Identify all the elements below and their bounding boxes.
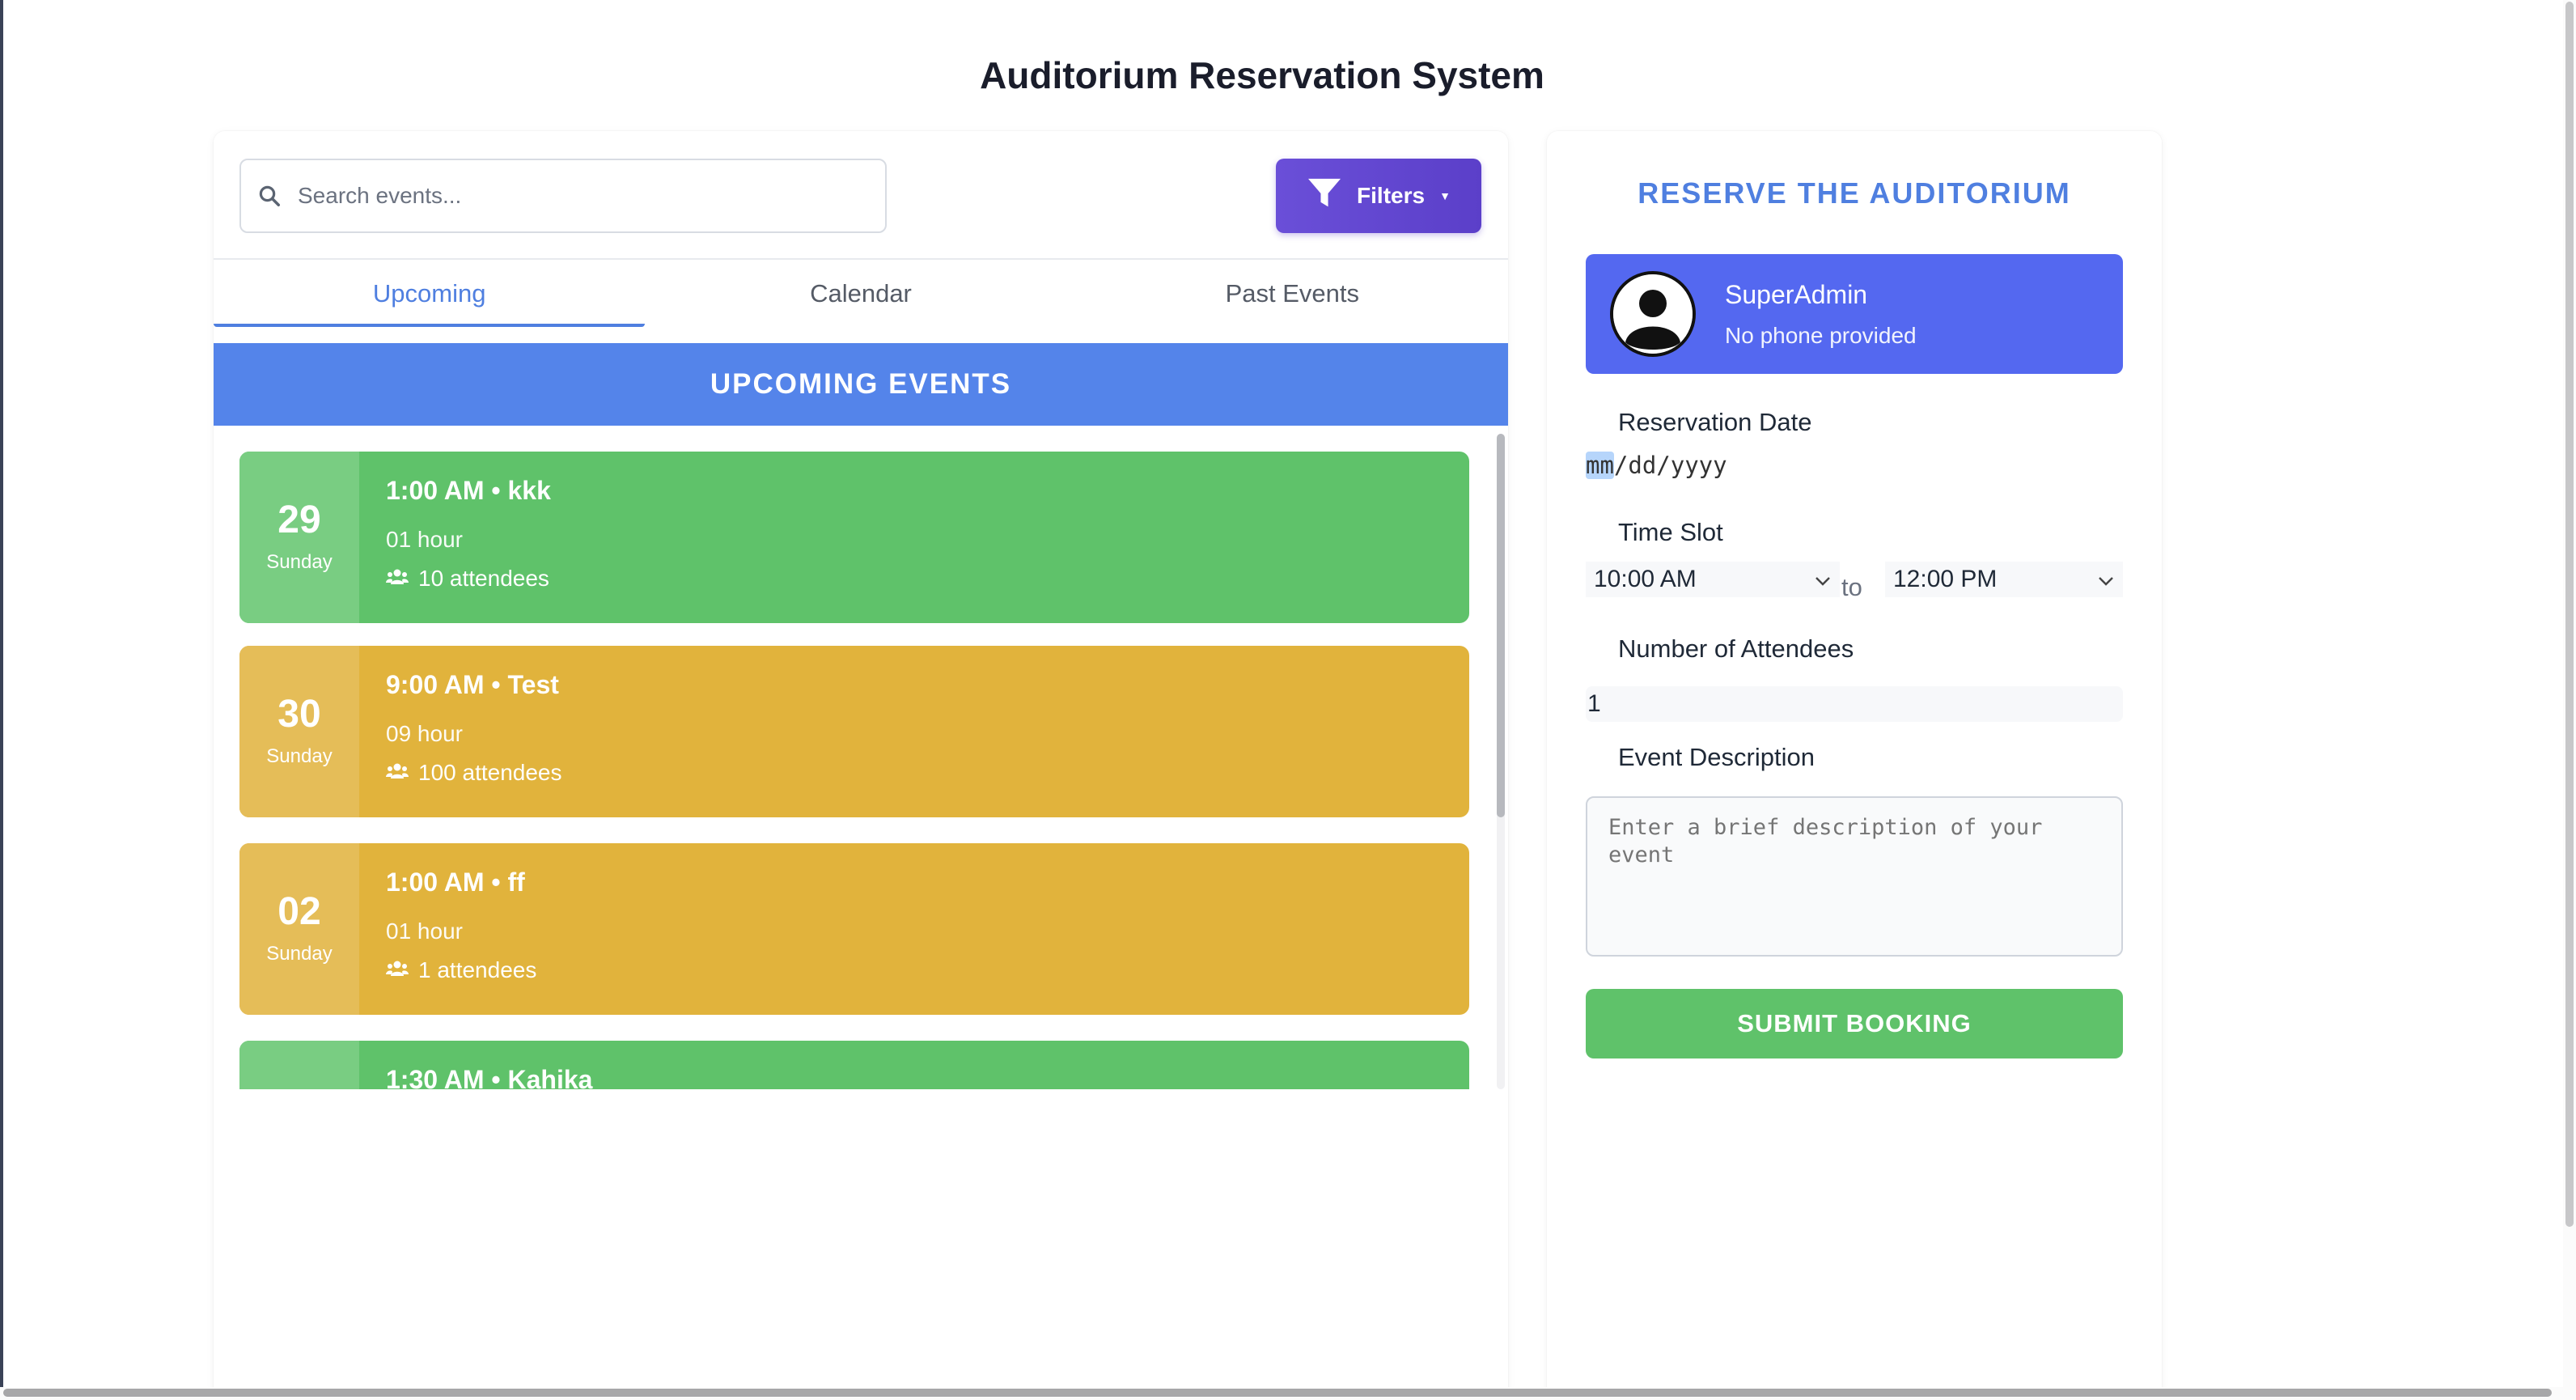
page-title: Auditorium Reservation System [980,54,1544,96]
search-icon [241,184,298,208]
event-date: 02 Sunday [239,843,359,1015]
event-card[interactable]: 29 Sunday 1:00 AM • kkk 01 hour 10 atten… [239,452,1469,623]
filters-button[interactable]: Filters ▼ [1276,159,1481,233]
event-weekday: Sunday [266,745,333,767]
tab-calendar[interactable]: Calendar [645,261,1076,327]
user-info: SuperAdmin No phone provided [1725,280,1917,349]
event-date: 29 Sunday [239,452,359,623]
attendee-count: 100 attendees [418,760,562,785]
users-icon [386,760,409,786]
user-card: SuperAdmin No phone provided [1586,254,2123,374]
event-title: 9:00 AM • Test [386,670,559,699]
chevron-down-icon [2097,566,2115,593]
event-details: 1:00 AM • kkk 01 hour 10 attendees [359,452,551,623]
user-phone: No phone provided [1725,322,1917,348]
time-to-select[interactable]: 12:00 PM [1885,562,2123,597]
event-duration: 01 hour [386,918,463,944]
page-vertical-scroll-thumb[interactable] [2565,2,2574,1227]
reservation-date-label: Reservation Date [1618,408,1812,436]
user-name: SuperAdmin [1725,279,1868,309]
attendees-input[interactable]: 1 [1586,686,2123,722]
window-edge [0,0,3,1400]
avatar [1610,271,1696,357]
event-attendees: 10 attendees [386,566,551,592]
attendees-label: Number of Attendees [1618,634,1854,663]
event-title: 1:30 AM • Kahika [386,1065,593,1089]
event-card[interactable]: 02 Sunday 1:00 AM • ff 01 hour 1 attende… [239,843,1469,1015]
event-list: 29 Sunday 1:00 AM • kkk 01 hour 10 atten… [214,426,1508,1089]
date-rest-segment[interactable]: /dd/yyyy [1614,452,1727,479]
user-avatar-icon [1613,274,1693,354]
time-from-select[interactable]: 10:00 AM [1586,562,1840,597]
attendee-count: 10 attendees [418,566,549,591]
search-input[interactable] [298,183,848,209]
event-details: 1:00 AM • ff 01 hour 1 attendees [359,843,536,1015]
event-duration: 01 hour [386,527,463,552]
users-icon [386,566,409,592]
tab-past-events[interactable]: Past Events [1077,261,1508,327]
event-card[interactable]: 30 Sunday 9:00 AM • Test 09 hour 100 att… [239,646,1469,817]
description-label: Event Description [1618,743,1815,771]
time-from-value: 10:00 AM [1594,566,1697,592]
time-to-word: to [1841,573,1862,601]
event-date: 30 Sunday [239,646,359,817]
filters-label: Filters [1357,183,1426,208]
divider [214,258,1508,260]
reservation-date-input[interactable]: mm/dd/yyyy [1586,452,1727,479]
event-weekday: Sunday [266,943,333,965]
reserve-title: RESERVE THE AUDITORIUM [1638,176,2071,210]
tab-bar: Upcoming Calendar Past Events [214,261,1508,327]
search-box[interactable] [239,159,887,233]
users-icon [386,957,409,983]
event-duration: 09 hour [386,721,463,746]
event-details: 9:00 AM • Test 09 hour 100 attendees [359,646,562,817]
event-attendees: 1 attendees [386,957,536,983]
event-card[interactable]: 03 1:30 AM • Kahika [239,1041,1469,1089]
upcoming-events-header: UPCOMING EVENTS [214,343,1508,426]
filter-icon [1307,177,1342,215]
event-day-number: 02 [278,890,321,933]
event-title: 1:00 AM • kkk [386,476,551,505]
event-title: 1:00 AM • ff [386,868,525,897]
reservation-form-panel: RESERVE THE AUDITORIUM SuperAdmin No pho… [1547,131,2162,1400]
events-panel: Filters ▼ Upcoming Calendar Past Events … [214,131,1508,1400]
date-month-segment[interactable]: mm [1586,452,1614,479]
caret-down-icon: ▼ [1439,189,1451,202]
time-to-value: 12:00 PM [1893,566,1998,592]
event-weekday: Sunday [266,551,333,573]
submit-booking-button[interactable]: SUBMIT BOOKING [1586,989,2123,1058]
event-day-number: 30 [278,693,321,736]
page-horizontal-scroll-thumb[interactable] [3,1389,2552,1397]
event-day-number: 29 [278,498,321,541]
description-textarea[interactable] [1586,796,2123,957]
chevron-down-icon [1814,566,1832,593]
event-details: 1:30 AM • Kahika [359,1041,592,1089]
event-attendees: 100 attendees [386,760,562,786]
attendee-count: 1 attendees [418,957,537,982]
tab-upcoming[interactable]: Upcoming [214,261,646,327]
event-date: 03 [239,1041,359,1089]
time-slot-label: Time Slot [1618,518,1723,546]
event-list-scroll-thumb[interactable] [1497,434,1505,817]
